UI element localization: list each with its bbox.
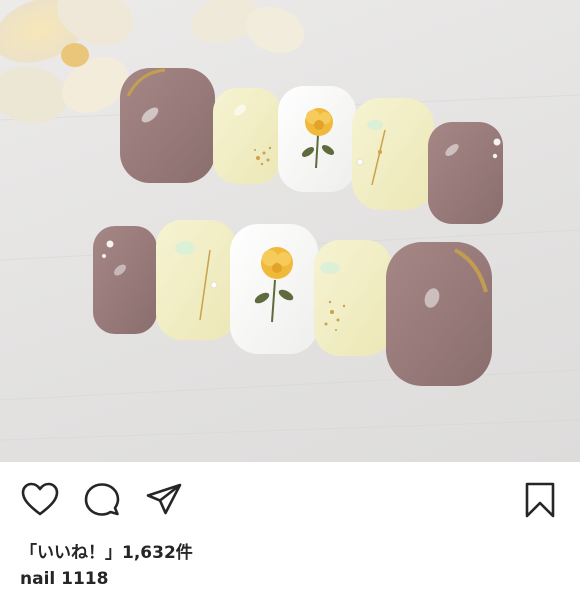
post-photo[interactable] <box>0 0 580 462</box>
heart-icon[interactable] <box>20 480 60 520</box>
caption-preview: nail 1118 <box>20 569 109 589</box>
nail-mauve <box>386 242 492 386</box>
nail-cream <box>156 220 236 340</box>
nail-cream <box>314 240 392 356</box>
nail-row-bottom <box>93 220 492 386</box>
nail-set-illustration <box>0 0 580 441</box>
nail-cream <box>213 88 281 184</box>
nail-mauve <box>93 226 157 334</box>
nail-cream <box>352 98 434 210</box>
comment-icon[interactable] <box>82 480 122 520</box>
bookmark-icon[interactable] <box>520 480 560 520</box>
nail-mauve <box>428 122 503 224</box>
likes-count[interactable]: 「いいね！」1,632件 <box>20 538 193 563</box>
post-action-bar <box>0 470 580 530</box>
share-icon[interactable] <box>144 480 184 520</box>
nail-row-top <box>120 68 503 224</box>
